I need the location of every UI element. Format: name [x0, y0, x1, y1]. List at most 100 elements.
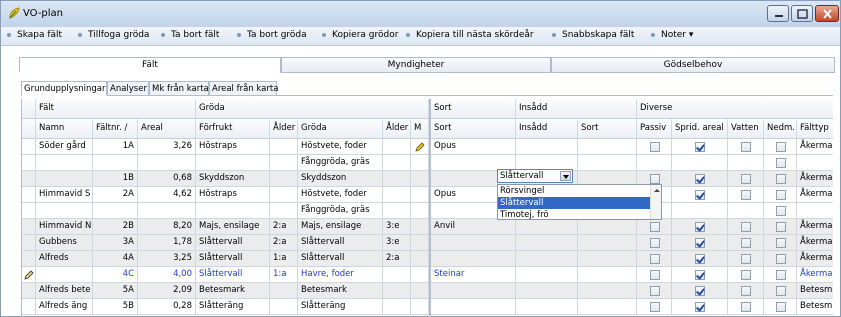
insadd-combobox[interactable]: Slåttervall [497, 169, 573, 183]
checkbox-nedm[interactable] [775, 190, 786, 200]
row-selector[interactable] [22, 283, 36, 299]
cell-groda[interactable]: Höstvete, foder [298, 187, 383, 203]
cell-forfrukt[interactable] [196, 203, 270, 219]
cell-m[interactable] [411, 171, 429, 187]
cell-falttyp[interactable]: Betesmark [797, 299, 833, 315]
row-selector[interactable] [22, 235, 36, 251]
cell-namn[interactable]: Söder gård [36, 139, 93, 155]
row-selector[interactable] [22, 171, 36, 187]
cell-namn[interactable] [36, 171, 93, 187]
cell-alder2[interactable] [383, 267, 411, 283]
row-selector[interactable] [22, 299, 36, 315]
col-namn[interactable]: Namn [36, 119, 93, 139]
row-selector[interactable] [22, 203, 36, 219]
cell-forfrukt[interactable]: Höstraps [196, 139, 270, 155]
cell-falttyp[interactable]: Åkermark [797, 171, 833, 187]
cell-sort[interactable] [431, 251, 516, 267]
cell-faltnr[interactable]: 5A [93, 283, 138, 299]
checkbox-nedm[interactable] [775, 270, 786, 280]
cell-alder1[interactable] [270, 155, 298, 171]
cell-namn[interactable]: Himmavid S [36, 187, 93, 203]
col-alder-2[interactable]: Ålder [383, 119, 411, 139]
checkbox-sprid[interactable] [695, 142, 705, 152]
cell-areal[interactable]: 4,00 [138, 267, 196, 283]
checkbox-vatten[interactable] [741, 302, 751, 312]
checkbox-nedm[interactable] [775, 238, 786, 248]
tab-godselbehov[interactable]: Gödselbehov [551, 57, 835, 73]
table-row[interactable]: Gubbens 3A 1,78 Slåttervall 2:a Slåttervall 3:… [22, 235, 833, 251]
checkbox-nedm[interactable] [775, 254, 786, 264]
cell-sort[interactable] [431, 235, 516, 251]
table-row[interactable]: Himmavid S 2A 4,62 Höstraps Höstvete, foder O… [22, 187, 833, 203]
cell-alder2[interactable]: 2:a [383, 251, 411, 267]
cell-forfrukt[interactable]: Majs, ensilage [196, 219, 270, 235]
cell-namn[interactable]: Gubbens [36, 235, 93, 251]
col-nedm[interactable]: Nedm. [764, 119, 797, 139]
cell-sort[interactable]: Steinar [431, 267, 516, 283]
minimize-button[interactable] [767, 5, 789, 22]
cell-alder2[interactable] [383, 187, 411, 203]
cell-faltnr[interactable]: 2B [93, 219, 138, 235]
cell-alder1[interactable]: 1:a [270, 251, 298, 267]
cell-areal[interactable] [138, 203, 196, 219]
cell-areal[interactable]: 1,78 [138, 235, 196, 251]
cell-sort2[interactable] [578, 235, 637, 251]
close-button[interactable] [815, 5, 839, 22]
cell-alder1[interactable] [270, 299, 298, 315]
cell-forfrukt[interactable]: Skyddszon [196, 171, 270, 187]
cell-m[interactable] [411, 299, 429, 315]
col-forfrukt[interactable]: Förfrukt [196, 119, 270, 139]
maximize-button[interactable] [791, 5, 813, 22]
col-sort-2[interactable]: Sort [578, 119, 637, 139]
cell-alder1[interactable] [270, 171, 298, 187]
cell-sort[interactable] [431, 283, 516, 299]
col-groda[interactable]: Gröda [298, 119, 383, 139]
cell-forfrukt[interactable]: Slåttervall [196, 251, 270, 267]
table-row[interactable]: Alfreds bete 5A 2,09 Betesmark Betesmark Bete… [22, 283, 833, 299]
cell-sort2[interactable] [578, 139, 637, 155]
cell-groda[interactable]: Höstvete, foder [298, 139, 383, 155]
checkbox-passiv[interactable] [649, 174, 660, 184]
cell-forfrukt[interactable]: Slåttervall [196, 235, 270, 251]
checkbox-nedm[interactable] [775, 174, 786, 184]
cell-m[interactable] [411, 251, 429, 267]
cell-insadd[interactable] [516, 139, 578, 155]
cell-m[interactable] [411, 155, 429, 171]
checkbox-passiv[interactable] [649, 238, 660, 248]
dropdown-scrollbar[interactable] [650, 185, 661, 219]
cell-sort[interactable]: Anvil [431, 219, 516, 235]
checkbox-sprid[interactable] [695, 238, 705, 248]
table-row[interactable]: Fånggröda, gräs [22, 155, 833, 171]
checkbox-vatten[interactable] [741, 190, 751, 200]
cell-namn[interactable]: Alfreds bete [36, 283, 93, 299]
toolbar-notes-menu[interactable]: Noter ▾ [651, 30, 693, 40]
cell-areal[interactable]: 4,62 [138, 187, 196, 203]
cell-areal[interactable]: 0,28 [138, 299, 196, 315]
checkbox-vatten[interactable] [741, 254, 751, 264]
cell-forfrukt[interactable] [196, 155, 270, 171]
cell-groda[interactable]: Fånggröda, gräs [298, 203, 383, 219]
cell-falttyp[interactable]: Åkermark [797, 139, 833, 155]
checkbox-nedm[interactable] [775, 206, 786, 216]
checkbox-vatten[interactable] [741, 142, 751, 152]
toolbar-copy-crops[interactable]: Kopiera grödor [322, 30, 398, 40]
toolbar-copy-next-year[interactable]: Kopiera till nästa skördeår [406, 30, 534, 40]
dropdown-option[interactable]: Slåttervall [498, 197, 650, 209]
cell-groda[interactable]: Fånggröda, gräs [298, 155, 383, 171]
cell-faltnr[interactable]: 1B [93, 171, 138, 187]
cell-faltnr[interactable]: 4A [93, 251, 138, 267]
row-selector[interactable] [22, 187, 36, 203]
cell-alder2[interactable] [383, 139, 411, 155]
cell-insadd[interactable] [516, 299, 578, 315]
chevron-down-icon[interactable] [560, 171, 571, 181]
cell-alder2[interactable] [383, 203, 411, 219]
cell-insadd[interactable] [516, 219, 578, 235]
col-faltnr[interactable]: Fältnr. / [93, 119, 138, 139]
cell-insadd[interactable] [516, 283, 578, 299]
dropdown-option[interactable]: Timotej, frö [498, 209, 650, 219]
checkbox-passiv[interactable] [649, 286, 660, 296]
cell-areal[interactable]: 0,68 [138, 171, 196, 187]
cell-m[interactable] [411, 187, 429, 203]
table-row[interactable]: Söder gård 1A 3,26 Höstraps Höstvete, foder O… [22, 139, 833, 155]
col-falttyp[interactable]: Fälttyp [797, 119, 833, 139]
